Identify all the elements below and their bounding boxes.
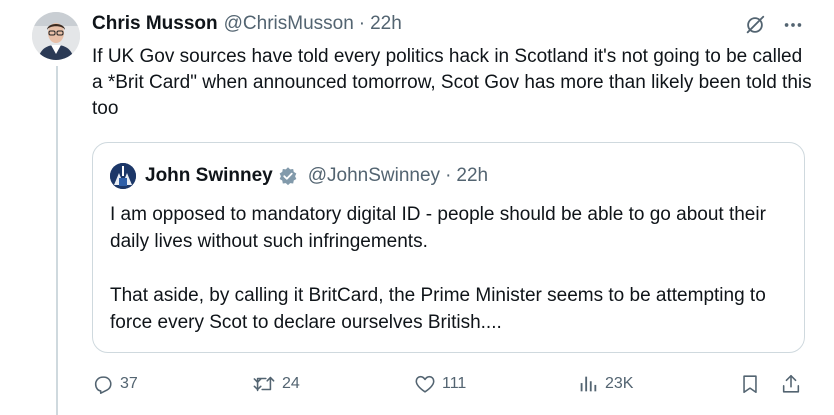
bookmark-icon [739,373,761,395]
grok-icon[interactable] [744,14,766,36]
views-count: 23K [605,375,634,392]
quoted-paragraph: That aside, by calling it BritCard, the … [110,285,766,333]
views-icon [577,373,599,395]
repost-icon [252,373,276,395]
repost-button[interactable]: 24 [252,370,300,398]
tweet-header: Chris Musson @ChrisMusson · 22h [92,12,402,36]
more-icon[interactable] [782,14,804,36]
quoted-author-avatar[interactable] [110,163,136,189]
quoted-paragraph: I am opposed to mandatory digital ID - p… [110,204,766,252]
author-avatar[interactable] [32,12,80,60]
share-button[interactable] [780,370,802,398]
author-name[interactable]: Chris Musson [92,13,218,35]
quoted-separator-dot: · [445,165,452,186]
top-icons [744,14,804,36]
quoted-header: John Swinney @JohnSwinney · 22h [145,163,488,189]
views-button[interactable]: 23K [577,370,633,398]
share-icon [780,373,802,395]
like-button[interactable]: 111 [414,370,466,398]
repost-count: 24 [282,375,300,392]
reply-icon [92,373,114,395]
author-handle[interactable]: @ChrisMusson [224,13,354,35]
tweet-text: If UK Gov sources have told every politi… [92,46,812,119]
reply-count: 37 [120,375,138,392]
verified-badge-icon [278,166,298,186]
bookmark-button[interactable] [739,370,761,398]
quoted-author-handle[interactable]: @JohnSwinney [308,165,440,187]
quoted-tweet[interactable]: John Swinney @JohnSwinney · 22h I am opp… [92,142,805,353]
like-icon [414,373,436,395]
thread-line [56,66,58,415]
quoted-author-name[interactable]: John Swinney [145,165,273,187]
quoted-text: I am opposed to mandatory digital ID - p… [110,201,790,336]
reply-button[interactable]: 37 [92,370,138,398]
tweet[interactable]: Chris Musson @ChrisMusson · 22h If UK Go… [0,0,834,415]
like-count: 111 [442,375,467,392]
action-bar: 37 24 111 23K [92,370,812,398]
tweet-time[interactable]: 22h [370,13,402,35]
quoted-time[interactable]: 22h [456,165,488,187]
separator-dot: · [358,13,366,34]
